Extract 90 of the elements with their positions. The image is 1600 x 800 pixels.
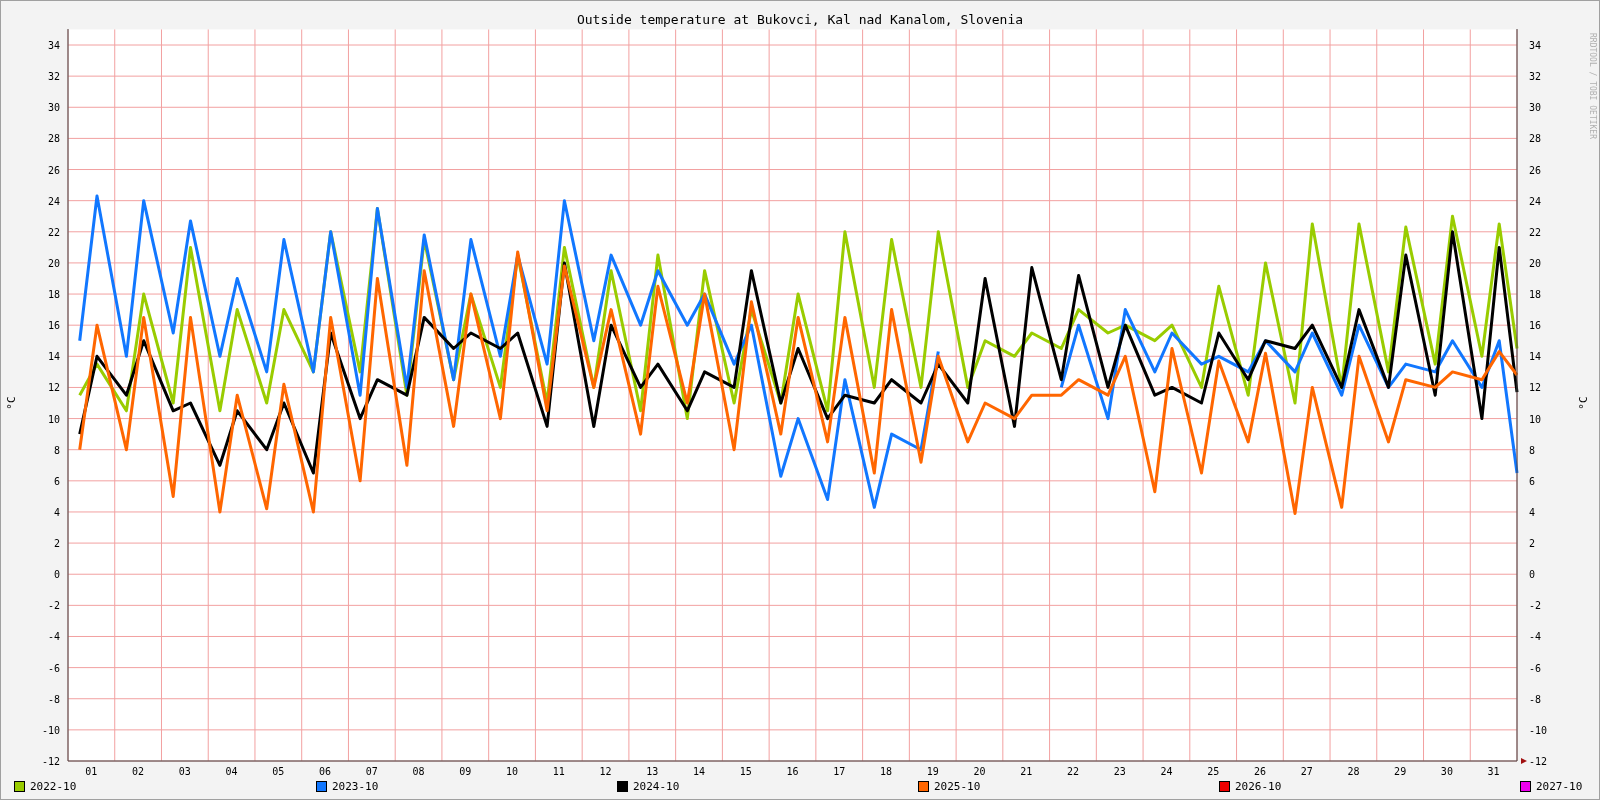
y-tick-label: 14 bbox=[47, 351, 60, 363]
x-tick-label: 04 bbox=[225, 766, 238, 777]
y-tick-label: 20 bbox=[47, 257, 60, 269]
y-tick-label: -4 bbox=[1529, 631, 1542, 643]
x-tick-label: 21 bbox=[1020, 766, 1033, 777]
x-tick-label: 23 bbox=[1113, 766, 1126, 777]
y-tick-label: 0 bbox=[1529, 569, 1536, 581]
y-tick-label: -10 bbox=[41, 724, 60, 736]
y-tick-label: -12 bbox=[1529, 756, 1548, 767]
legend-label: 2022-10 bbox=[30, 780, 77, 793]
y-tick-label: 10 bbox=[1529, 413, 1542, 425]
y-tick-label: 20 bbox=[1529, 257, 1542, 269]
x-tick-label: 13 bbox=[646, 766, 659, 777]
x-tick-label: 14 bbox=[693, 766, 706, 777]
y-tick-label: 28 bbox=[47, 133, 60, 145]
y-tick-label: 18 bbox=[47, 289, 60, 301]
y-tick-label: 22 bbox=[47, 226, 60, 238]
y-tick-label: 22 bbox=[1529, 226, 1542, 238]
x-tick-label: 09 bbox=[459, 766, 472, 777]
x-tick-label: 06 bbox=[319, 766, 332, 777]
y-tick-label: -6 bbox=[47, 662, 60, 674]
legend-label: 2027-10 bbox=[1536, 780, 1583, 793]
arrow-icon bbox=[1521, 758, 1527, 764]
x-tick-label: 28 bbox=[1347, 766, 1360, 777]
y-tick-label: 8 bbox=[53, 444, 60, 456]
y-tick-label: 14 bbox=[1529, 351, 1542, 363]
y-tick-label: 24 bbox=[47, 195, 60, 207]
y-tick-label: 2 bbox=[53, 538, 60, 550]
y-tick-label: -2 bbox=[47, 600, 60, 612]
chart-title: Outside temperature at Bukovci, Kal nad Kanalom, Slovenia bbox=[576, 12, 1024, 28]
y-tick-label: 32 bbox=[47, 71, 60, 83]
x-tick-label: 26 bbox=[1253, 766, 1266, 777]
y-tick-label: 4 bbox=[1529, 506, 1536, 518]
x-tick-label: 07 bbox=[365, 766, 378, 777]
y-tick-label: -6 bbox=[1529, 662, 1542, 674]
y-tick-label: 4 bbox=[53, 506, 60, 518]
y-tick-label: 28 bbox=[1529, 133, 1542, 145]
x-tick-label: 10 bbox=[506, 766, 519, 777]
y-tick-label: 12 bbox=[47, 382, 60, 394]
y-tick-label: 26 bbox=[47, 164, 60, 176]
legend-label: 2025-10 bbox=[934, 780, 981, 793]
x-tick-label: 05 bbox=[272, 766, 285, 777]
y-tick-label: 16 bbox=[47, 320, 60, 332]
y-tick-label: 26 bbox=[1529, 164, 1542, 176]
y-tick-label: 34 bbox=[1529, 40, 1542, 51]
y-tick-label: 32 bbox=[1529, 71, 1542, 83]
x-tick-label: 08 bbox=[412, 766, 425, 777]
y-tick-label: -8 bbox=[1529, 693, 1542, 705]
legend-label: 2024-10 bbox=[633, 780, 680, 793]
x-tick-label: 24 bbox=[1160, 766, 1173, 777]
y-tick-label: -10 bbox=[1529, 724, 1548, 736]
x-tick-label: 27 bbox=[1300, 766, 1313, 777]
y-tick-label: -2 bbox=[1529, 600, 1542, 612]
x-tick-label: 17 bbox=[833, 766, 846, 777]
y-tick-label: -4 bbox=[47, 631, 60, 643]
x-tick-label: 03 bbox=[178, 766, 191, 777]
y-tick-label: 30 bbox=[1529, 102, 1542, 114]
x-tick-label: 15 bbox=[739, 766, 752, 777]
y-tick-label: 0 bbox=[53, 569, 60, 581]
y-tick-label: 24 bbox=[1529, 195, 1542, 207]
y-tick-label: 16 bbox=[1529, 320, 1542, 332]
y-tick-label: 6 bbox=[53, 475, 60, 487]
x-tick-label: 20 bbox=[973, 766, 986, 777]
y-tick-label: 12 bbox=[1529, 382, 1542, 394]
x-tick-label: 30 bbox=[1440, 766, 1453, 777]
x-tick-label: 12 bbox=[599, 766, 612, 777]
x-tick-label: 19 bbox=[926, 766, 939, 777]
x-tick-label: 02 bbox=[132, 766, 145, 777]
axis-unit-label: °C bbox=[5, 396, 18, 410]
y-tick-label: 8 bbox=[1529, 444, 1536, 456]
legend-label: 2023-10 bbox=[332, 780, 379, 793]
x-tick-label: 29 bbox=[1394, 766, 1407, 777]
y-tick-label: -8 bbox=[47, 693, 60, 705]
x-tick-label: 16 bbox=[786, 766, 799, 777]
x-tick-label: 25 bbox=[1207, 766, 1220, 777]
x-tick-label: 11 bbox=[552, 766, 565, 777]
y-tick-label: 18 bbox=[1529, 289, 1542, 301]
y-tick-label: 30 bbox=[47, 102, 60, 114]
credit-text: RRDTOOL / TOBI OETIKER bbox=[1588, 33, 1597, 139]
x-tick-label: 01 bbox=[85, 766, 98, 777]
y-tick-label: 2 bbox=[1529, 538, 1536, 550]
y-tick-label: 6 bbox=[1529, 475, 1536, 487]
x-tick-label: 31 bbox=[1487, 766, 1500, 777]
x-tick-label: 18 bbox=[879, 766, 892, 777]
x-tick-label: 22 bbox=[1066, 766, 1079, 777]
axis-unit-label: °C bbox=[1577, 396, 1590, 410]
y-tick-label: 10 bbox=[47, 413, 60, 425]
y-tick-label: -12 bbox=[41, 756, 60, 767]
legend-label: 2026-10 bbox=[1235, 780, 1282, 793]
y-tick-label: 34 bbox=[47, 40, 60, 51]
